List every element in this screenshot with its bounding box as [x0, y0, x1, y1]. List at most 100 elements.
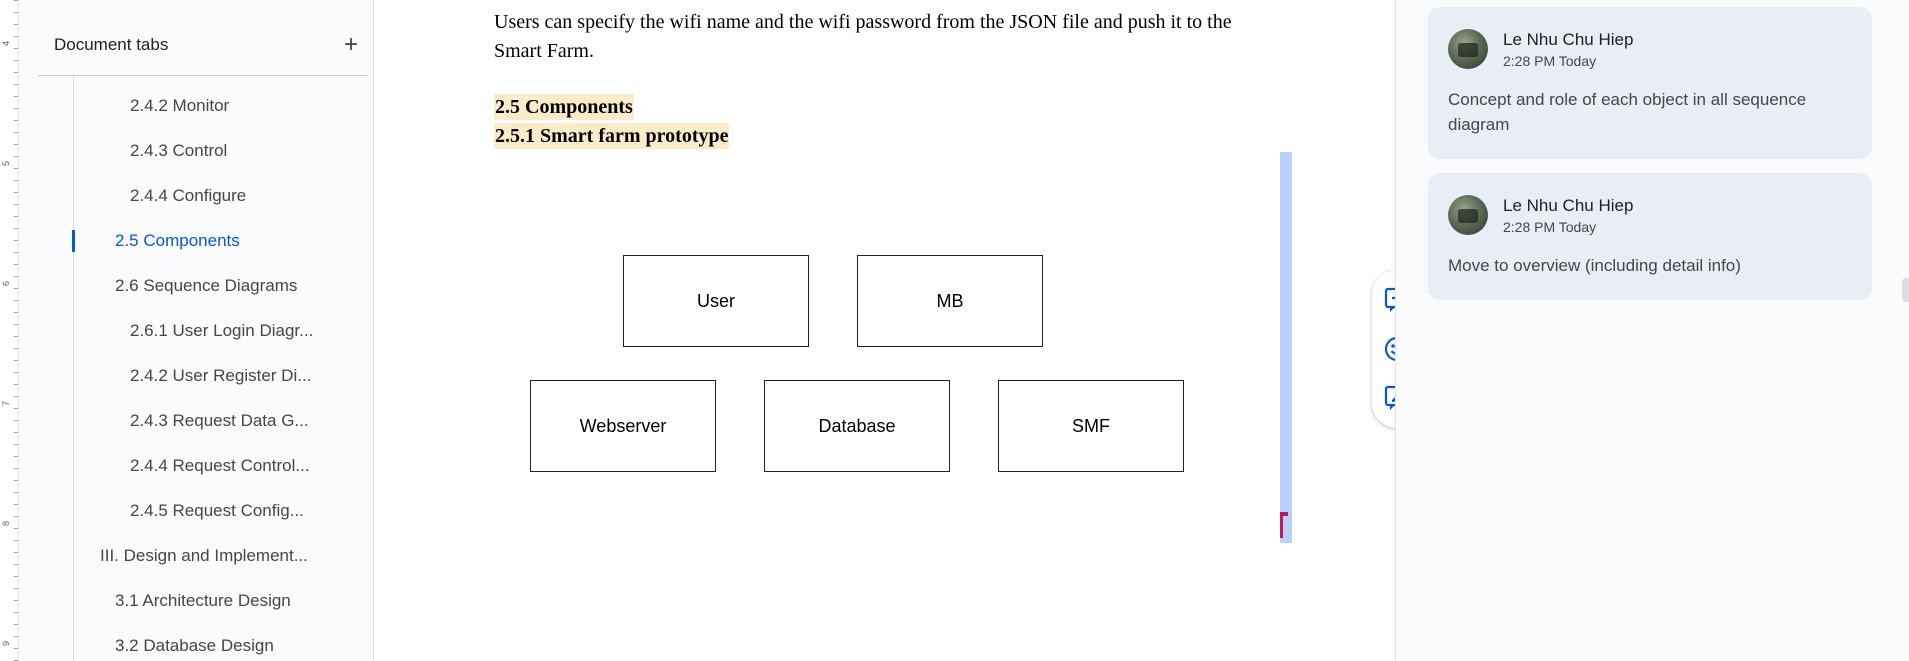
ruler-number: 9: [1, 640, 11, 646]
ruler-tick: [14, 372, 18, 373]
selected-drawing-bar[interactable]: [1280, 152, 1292, 543]
ruler-tick: [14, 156, 18, 157]
ruler-tick: [14, 108, 18, 109]
ruler-tick: [14, 60, 18, 61]
ruler-tick: [14, 336, 18, 337]
ruler-tick: [14, 492, 18, 493]
ruler-tick: [14, 48, 18, 49]
outline-item-3-1-architecture[interactable]: 3.1 Architecture Design: [115, 591, 291, 611]
ruler-tick: [14, 252, 18, 253]
outline-item-2-6-sequence-diagrams[interactable]: 2.6 Sequence Diagrams: [115, 276, 297, 296]
outline-item-3-2-database[interactable]: 3.2 Database Design: [115, 636, 274, 656]
document-outline-panel: Document tabs + 2.4.2 Monitor 2.4.3 Cont…: [19, 0, 374, 661]
ruler-tick: [14, 132, 18, 133]
ruler-number: 8: [1, 520, 11, 526]
comment-text: Move to overview (including detail info): [1448, 256, 1741, 275]
ruler-tick: [14, 24, 18, 25]
ruler-tick: [14, 312, 18, 313]
ruler-tick: [14, 324, 18, 325]
diagram-box-webserver[interactable]: Webserver: [530, 380, 716, 472]
avatar[interactable]: [1448, 195, 1488, 235]
add-tab-button[interactable]: +: [336, 30, 366, 60]
side-panel-handle[interactable]: [1902, 278, 1909, 302]
ruler-tick: [14, 36, 18, 37]
comment-timestamp: 2:28 PM Today: [1503, 53, 1597, 69]
ruler-tick: [14, 444, 18, 445]
ruler-tick: [14, 468, 18, 469]
ruler-tick: [14, 360, 18, 361]
comment-author: Le Nhu Chu Hiep: [1503, 196, 1634, 215]
ruler-tick: [14, 192, 18, 193]
ruler-tick: [14, 0, 18, 1]
ruler-tick: [14, 456, 18, 457]
ruler-tick: [14, 216, 18, 217]
outline-item-2-4-5-request-config[interactable]: 2.4.5 Request Config...: [130, 501, 304, 521]
outline-item-2-5-components[interactable]: 2.5 Components: [115, 231, 240, 251]
ruler-tick: [14, 540, 18, 541]
ruler-tick: [14, 168, 18, 169]
body-paragraph[interactable]: Users can specify the wifi name and the …: [494, 8, 1284, 66]
ruler-tick: [14, 636, 18, 637]
ruler-tick: [14, 576, 18, 577]
comments-panel: Le Nhu Chu Hiep 2:28 PM Today Concept an…: [1395, 0, 1909, 661]
heading-2-5-components[interactable]: 2.5 Components: [494, 94, 634, 120]
diagram-box-mb[interactable]: MB: [857, 255, 1043, 347]
outline-item-2-4-3-request-data[interactable]: 2.4.3 Request Data G...: [130, 411, 309, 431]
heading-2-5-1-smart-farm-prototype[interactable]: 2.5.1 Smart farm prototype: [494, 123, 730, 149]
avatar[interactable]: [1448, 29, 1488, 69]
ruler-tick: [14, 396, 18, 397]
ruler-number: 4: [1, 40, 11, 46]
outline-header: Document tabs +: [54, 28, 366, 62]
comment-author: Le Nhu Chu Hiep: [1503, 30, 1634, 49]
ruler-tick: [14, 288, 18, 289]
comment-text: Concept and role of each object in all s…: [1448, 90, 1807, 134]
vertical-ruler: 4 5 6 7 8 9: [0, 0, 19, 661]
ruler-tick: [14, 240, 18, 241]
ruler-tick: [14, 420, 18, 421]
comment-timestamp: 2:28 PM Today: [1503, 219, 1597, 235]
outline-item-2-4-2-monitor[interactable]: 2.4.2 Monitor: [130, 96, 229, 116]
outline-item-2-4-3-control[interactable]: 2.4.3 Control: [130, 141, 227, 161]
outline-divider: [38, 75, 367, 76]
document-tabs-title: Document tabs: [54, 35, 169, 54]
ruler-tick: [14, 612, 18, 613]
outline-item-iii-design[interactable]: III. Design and Implement...: [100, 546, 308, 566]
ruler-tick: [14, 624, 18, 625]
diagram-box-user[interactable]: User: [623, 255, 809, 347]
ruler-tick: [14, 72, 18, 73]
ruler-tick: [14, 480, 18, 481]
diagram-box-smf[interactable]: SMF: [998, 380, 1184, 472]
ruler-tick: [14, 300, 18, 301]
comment-card[interactable]: Le Nhu Chu Hiep 2:28 PM Today Move to ov…: [1428, 173, 1872, 300]
ruler-number: 7: [1, 400, 11, 406]
outline-item-2-4-4-request-control[interactable]: 2.4.4 Request Control...: [130, 456, 310, 476]
ruler-number: 6: [1, 280, 11, 286]
ruler-tick: [14, 180, 18, 181]
ruler-tick: [14, 408, 18, 409]
outline-item-2-6-1-user-login[interactable]: 2.6.1 User Login Diagr...: [130, 321, 313, 341]
outline-item-2-4-4-configure[interactable]: 2.4.4 Configure: [130, 186, 246, 206]
ruler-tick: [14, 276, 18, 277]
ruler-tick: [14, 120, 18, 121]
document-page[interactable]: Users can specify the wifi name and the …: [374, 0, 1394, 661]
diagram-box-database[interactable]: Database: [764, 380, 950, 472]
ruler-tick: [14, 204, 18, 205]
ruler-tick: [14, 96, 18, 97]
ruler-tick: [14, 84, 18, 85]
ruler-number: 5: [1, 160, 11, 166]
ruler-tick: [14, 648, 18, 649]
ruler-tick: [14, 228, 18, 229]
ruler-tick: [14, 384, 18, 385]
ruler-tick: [14, 432, 18, 433]
ruler-tick: [14, 264, 18, 265]
ruler-tick: [14, 144, 18, 145]
ruler-tick: [14, 12, 18, 13]
outline-rail: [73, 76, 74, 661]
ruler-tick: [14, 348, 18, 349]
active-item-marker: [72, 230, 75, 252]
comment-card[interactable]: Le Nhu Chu Hiep 2:28 PM Today Concept an…: [1428, 7, 1872, 159]
ruler-tick: [14, 504, 18, 505]
ruler-tick: [14, 600, 18, 601]
outline-item-2-4-2-user-register[interactable]: 2.4.2 User Register Di...: [130, 366, 311, 386]
ruler-tick: [14, 588, 18, 589]
